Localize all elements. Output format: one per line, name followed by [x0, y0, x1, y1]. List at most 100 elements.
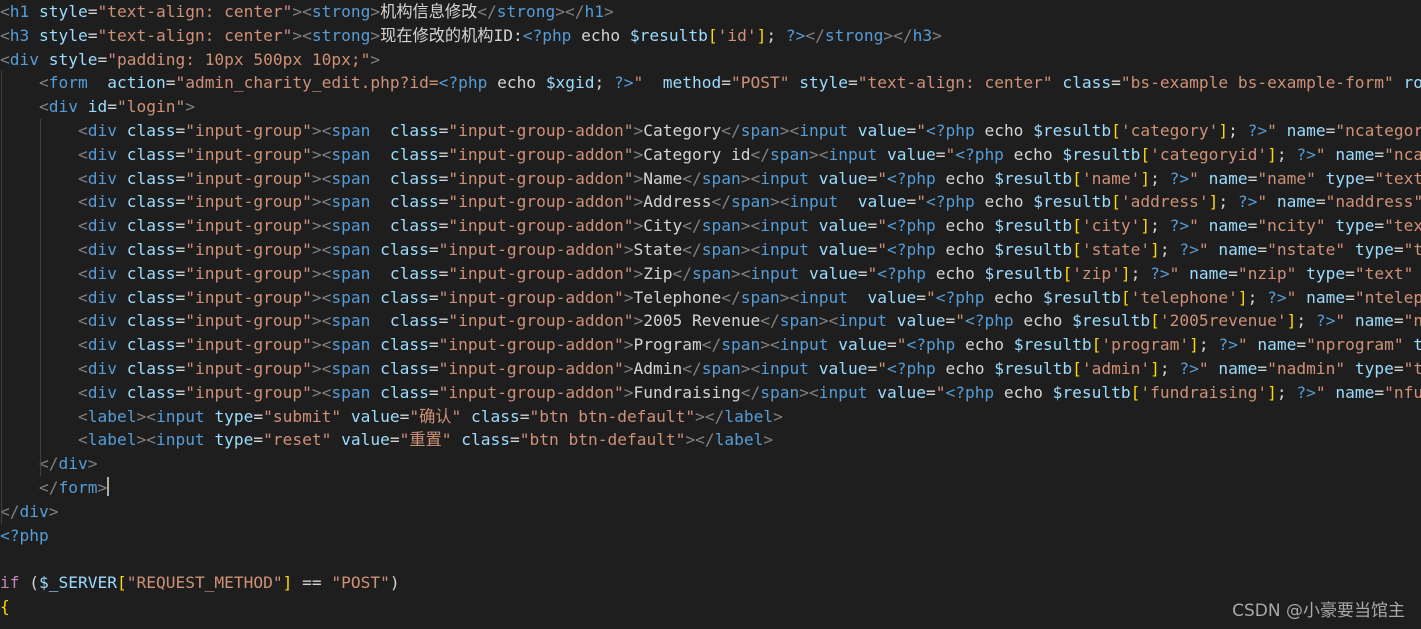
code-token: > [185, 97, 195, 117]
code-token: [ [1111, 192, 1121, 212]
code-token: > [633, 168, 644, 188]
code-token: class [126, 382, 176, 402]
code-token: < [77, 144, 88, 164]
code-token: = [438, 311, 449, 331]
code-token: >< [740, 168, 761, 188]
code-token: span [692, 263, 732, 283]
code-line[interactable]: <div class="input-group"><span class="in… [0, 143, 1421, 167]
indent-guide [1, 71, 2, 524]
code-token: "input-group" [185, 168, 312, 188]
code-token: div [87, 287, 117, 307]
code-line[interactable]: <div class="input-group"><span class="in… [0, 167, 1421, 191]
code-token: [ [1072, 240, 1082, 259]
code-token: > [763, 430, 774, 450]
code-token: >< [740, 240, 761, 259]
code-editor[interactable]: <h1 style="text-align: center"><strong>机… [0, 0, 1421, 629]
code-token: Category id [643, 144, 751, 164]
code-token: strong [824, 25, 884, 45]
code-token: "POST" [331, 573, 390, 593]
code-token: >< [731, 263, 751, 283]
code-token: ] [1120, 263, 1131, 283]
code-token: <?php [935, 287, 985, 307]
code-token: "btn btn-default" [519, 430, 686, 450]
code-line[interactable]: <div class="input-group"><span class="in… [0, 262, 1421, 286]
code-line[interactable]: <div class="input-group"><span class="in… [0, 381, 1421, 405]
code-token: ; [1276, 144, 1297, 164]
code-token: ; [1150, 216, 1170, 236]
code-line[interactable]: <h1 style="text-align: center"><strong>机… [0, 0, 1421, 24]
code-token: style [39, 2, 88, 21]
code-token: div [87, 192, 117, 212]
code-token: "nstate" [1267, 240, 1346, 259]
code-line[interactable]: <div class="input-group"><span class="in… [0, 286, 1421, 310]
code-token: >< [311, 192, 332, 212]
code-line[interactable]: <div style="padding: 10px 500px 10px;"> [0, 48, 1421, 72]
code-line[interactable]: <form action="admin_charity_edit.php?id=… [0, 71, 1421, 95]
code-line[interactable]: <label><input type="reset" value="重置" cl… [0, 428, 1421, 452]
code-token: < [77, 382, 88, 402]
code-token: role [1403, 73, 1421, 93]
code-token: class [126, 168, 176, 188]
code-token: <?php [964, 311, 1014, 331]
code-line[interactable]: <h3 style="text-align: center"><strong>现… [0, 24, 1421, 48]
code-line[interactable]: <div class="input-group"><span class="in… [0, 333, 1421, 357]
code-token: < [77, 192, 88, 212]
code-line[interactable]: { [0, 595, 1421, 619]
code-token: > [48, 501, 59, 521]
code-line[interactable]: if ($_SERVER["REQUEST_METHOD"] == "POST"… [0, 571, 1421, 595]
code-token: div [87, 144, 117, 164]
code-line[interactable]: </div> [0, 500, 1421, 524]
code-line[interactable]: <div class="input-group"><span class="in… [0, 190, 1421, 214]
code-line[interactable] [0, 547, 1421, 571]
code-token: " [945, 144, 956, 164]
code-token: ?> [614, 73, 634, 93]
code-token: = [1325, 121, 1336, 140]
code-token: == [292, 573, 332, 593]
code-line[interactable]: <label><input type="submit" value="确认" c… [0, 405, 1421, 429]
code-token: echo [935, 168, 995, 188]
code-token: < [0, 25, 10, 45]
code-token: echo [984, 287, 1043, 307]
code-token: [ [1091, 335, 1102, 355]
code-token: " [1257, 192, 1268, 212]
code-token: 现在修改的机构ID: [380, 25, 523, 45]
code-line[interactable]: <div class="input-group"><span class="in… [0, 309, 1421, 333]
code-token: ] [1237, 287, 1248, 307]
code-token: 'admin' [1081, 359, 1151, 378]
code-token: "ncategory" [1335, 121, 1421, 140]
code-token: ; [1247, 287, 1268, 307]
code-line[interactable]: <div class="input-group"><span class="in… [0, 238, 1421, 262]
code-token: >< [779, 121, 800, 140]
code-token: name [1335, 382, 1375, 402]
code-token: = [97, 49, 108, 69]
code-token: $resultb [994, 240, 1073, 259]
code-token: = [1315, 192, 1326, 212]
code-line[interactable]: <div class="input-group"><span class="in… [0, 357, 1421, 381]
code-line[interactable]: <div id="login"> [0, 95, 1421, 119]
code-line[interactable]: <div class="input-group"><span class="in… [0, 214, 1421, 238]
code-token: </ [805, 25, 825, 45]
code-token: "naddress" [1325, 192, 1421, 212]
code-line[interactable]: <?php [0, 524, 1421, 548]
code-line[interactable]: </form> [0, 476, 1421, 500]
code-token: = [1345, 263, 1355, 283]
code-token: = [428, 240, 439, 259]
code-line[interactable]: <div class="input-group"><span class="in… [0, 119, 1421, 143]
code-token: = [906, 121, 917, 140]
code-token: style [799, 73, 848, 93]
code-token: name [1218, 240, 1258, 259]
code-line[interactable]: </div> [0, 452, 1421, 476]
code-token: = [1374, 144, 1385, 164]
